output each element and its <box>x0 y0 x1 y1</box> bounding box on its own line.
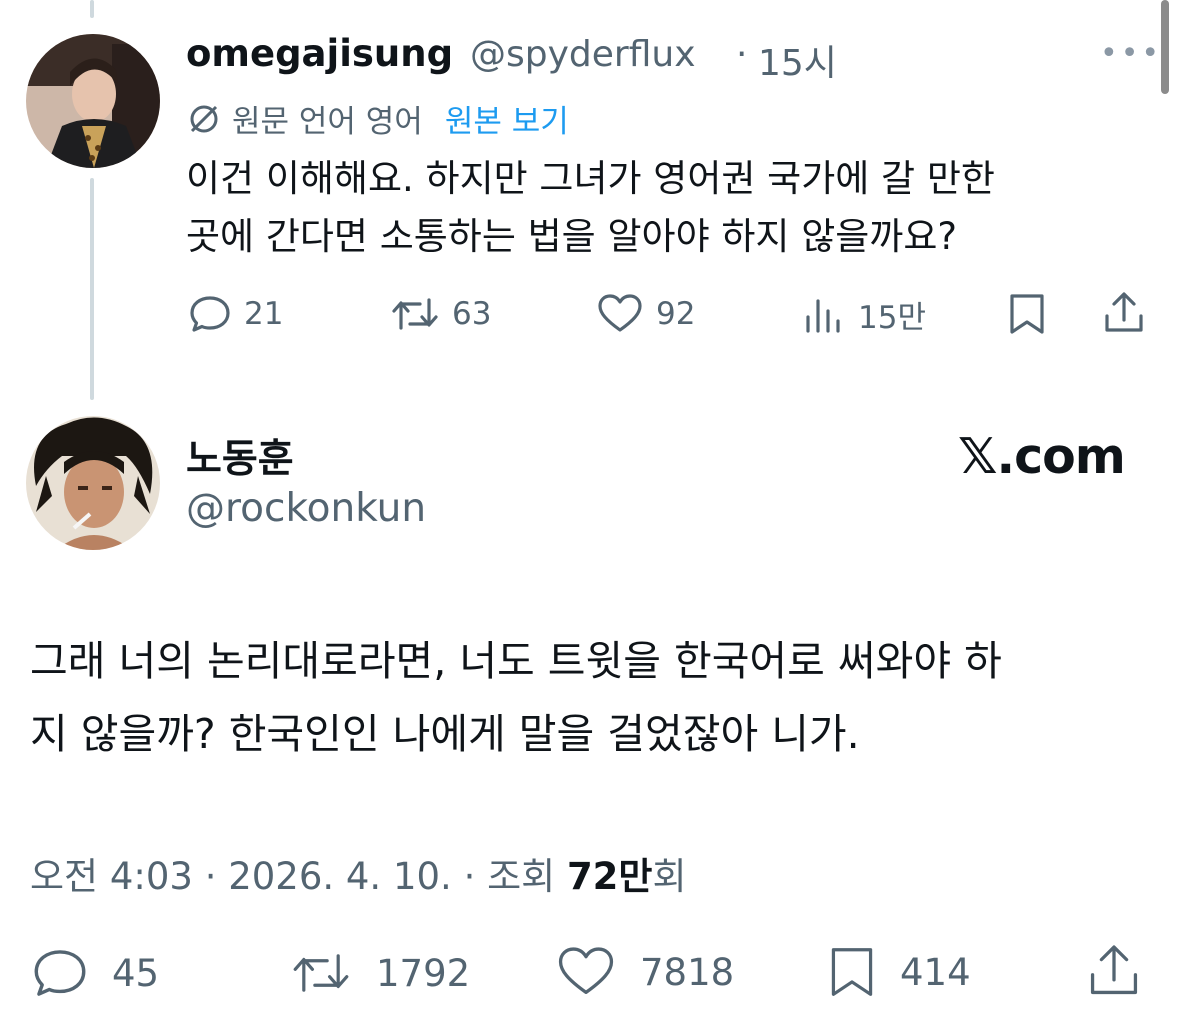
translation-bar: 원문 언어 영어 원본 보기 <box>186 96 569 141</box>
post-datetime[interactable]: 오전 4:03 · 2026. 4. 10. · 조회 <box>30 855 555 898</box>
more-options-icon[interactable]: ••• <box>1100 36 1162 71</box>
analytics-icon <box>806 298 840 333</box>
tweet-text: 그래 너의 논리대로라면, 너도 트윗을 한국어로 써와야 하 지 않을까? 한… <box>30 625 1150 771</box>
heart-icon <box>598 294 642 332</box>
reply-count: 45 <box>112 951 160 995</box>
separator-dot: · <box>736 34 748 75</box>
translation-note: 원문 언어 영어 <box>232 104 423 140</box>
scrollbar[interactable] <box>1161 0 1169 94</box>
display-name[interactable]: omegajisung <box>186 32 453 75</box>
share-button[interactable] <box>1102 290 1146 336</box>
thread-line-top <box>90 0 94 18</box>
share-button[interactable] <box>1086 942 1142 1000</box>
bookmark-icon <box>831 948 873 996</box>
repost-count: 63 <box>452 296 492 332</box>
x-logo: 𝕏.com <box>958 428 1126 485</box>
bookmark-count: 414 <box>900 950 971 994</box>
tweet-text-line: 그래 너의 논리대로라면, 너도 트윗을 한국어로 써와야 하 <box>30 637 1002 685</box>
repost-button[interactable]: 1792 <box>288 946 470 1000</box>
tweet-text-line: 지 않을까? 한국인인 나에게 말을 걸었잖아 니가. <box>30 710 860 758</box>
user-handle[interactable]: @rockonkun <box>186 486 426 531</box>
views-count: 15만 <box>858 300 926 336</box>
heart-icon <box>558 947 614 995</box>
timestamp: 오전 4:03 · 2026. 4. 10. · 조회 72만회 <box>30 846 687 900</box>
reply-text-line: 곳에 간다면 소통하는 법을 알아야 하지 않을까요? <box>186 215 958 258</box>
reply-button[interactable]: 21 <box>188 292 283 336</box>
post-time[interactable]: 15시 <box>758 34 837 86</box>
translate-icon <box>186 101 222 137</box>
comment-icon <box>190 296 230 332</box>
reply-text-line: 이건 이해해요. 하지만 그녀가 영어권 국가에 갈 만한 <box>186 157 995 200</box>
repost-icon <box>392 298 438 330</box>
avatar[interactable] <box>26 416 160 550</box>
repost-button[interactable]: 63 <box>390 292 491 336</box>
avatar[interactable] <box>26 34 160 168</box>
share-icon <box>1105 292 1143 332</box>
like-count: 92 <box>656 296 696 332</box>
views-button[interactable]: 15만 <box>802 292 926 337</box>
comment-icon <box>34 950 86 996</box>
reply-count: 21 <box>244 296 284 332</box>
repost-icon <box>293 954 349 992</box>
reply-button[interactable]: 45 <box>30 944 159 1002</box>
user-handle[interactable]: @spyderflux <box>470 34 696 75</box>
like-button[interactable]: 7818 <box>554 944 734 1000</box>
view-count: 72만 <box>566 855 653 898</box>
repost-count: 1792 <box>376 951 471 995</box>
share-icon <box>1090 945 1138 995</box>
view-suffix: 회 <box>652 855 687 898</box>
bookmark-icon <box>1010 294 1044 334</box>
bookmark-button[interactable]: 414 <box>826 944 971 1000</box>
reply-text: 이건 이해해요. 하지만 그녀가 영어권 국가에 갈 만한 곳에 간다면 소통하… <box>186 150 1126 266</box>
show-original-link[interactable]: 원본 보기 <box>445 96 569 141</box>
display-name[interactable]: 노동훈 <box>186 428 294 484</box>
like-button[interactable]: 92 <box>596 292 695 336</box>
bookmark-button[interactable] <box>1006 292 1048 336</box>
like-count: 7818 <box>640 950 735 994</box>
thread-line <box>90 178 94 400</box>
